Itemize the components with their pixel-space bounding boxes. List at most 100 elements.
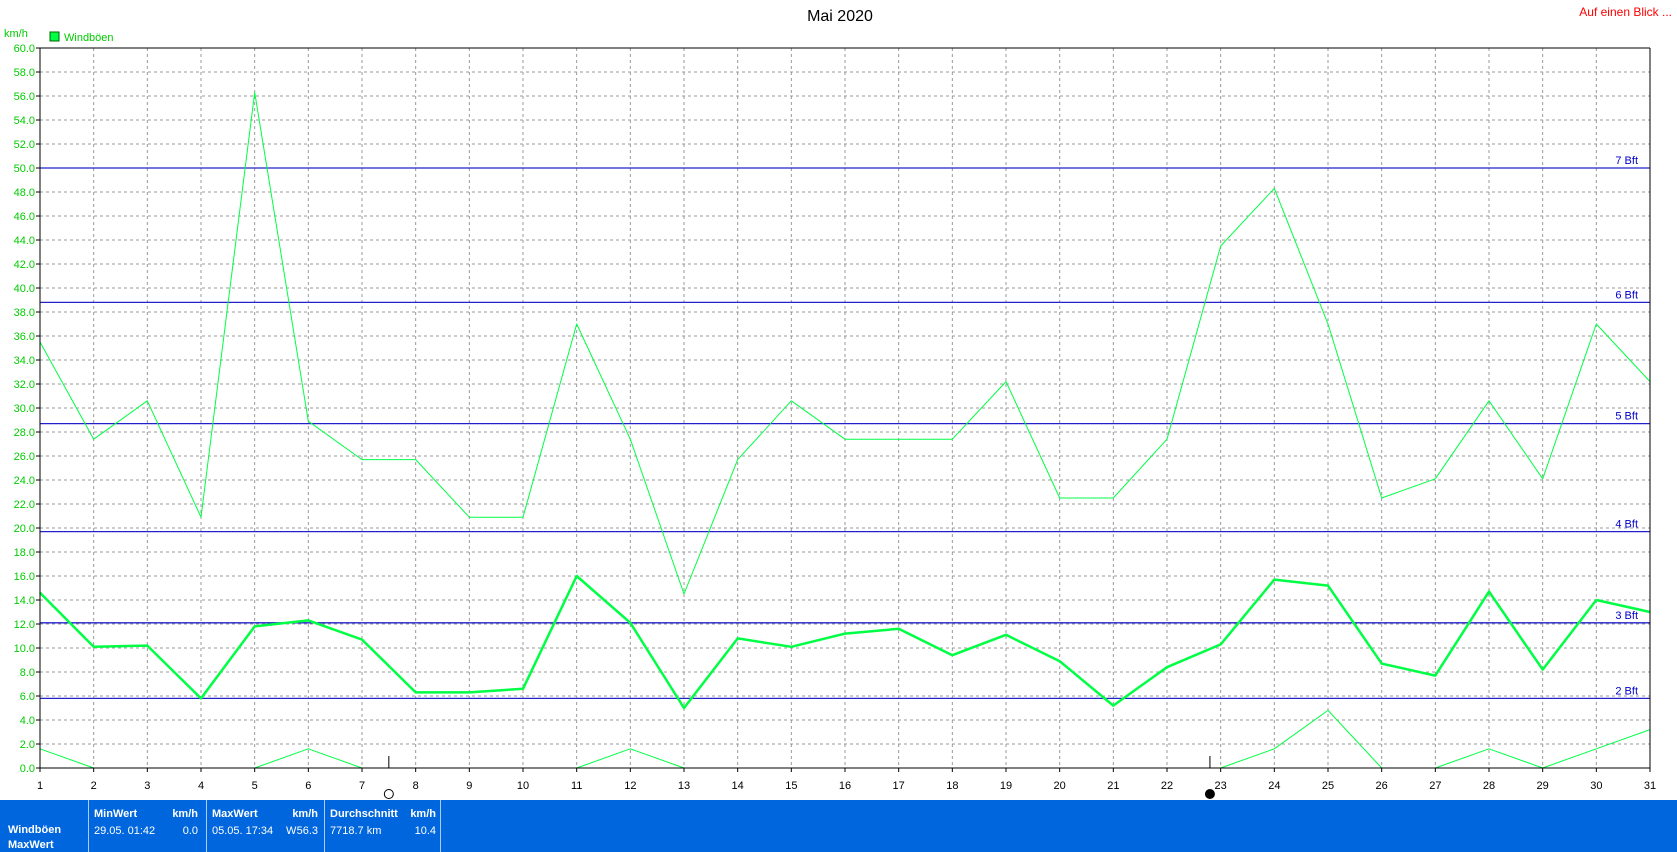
y-tick-label: 40.0 <box>14 283 35 295</box>
y-tick-label: 0.0 <box>20 763 35 775</box>
x-tick-label: 3 <box>144 780 150 792</box>
bft-label: 3 Bft <box>1615 610 1638 622</box>
y-tick-label: 14.0 <box>14 595 35 607</box>
bft-label: 5 Bft <box>1615 411 1638 423</box>
y-tick-label: 18.0 <box>14 547 35 559</box>
y-tick-label: 60.0 <box>14 43 35 55</box>
x-tick-label: 27 <box>1429 780 1441 792</box>
y-tick-label: 54.0 <box>14 115 35 127</box>
row-label-windboeen: Windböen <box>8 824 62 836</box>
stats-avg-cell: Durchschnitt km/h 7718.7 km 10.4 <box>330 800 440 852</box>
y-axis-unit: km/h <box>4 28 28 40</box>
y-tick-label: 46.0 <box>14 211 35 223</box>
x-tick-label: 24 <box>1268 780 1280 792</box>
y-tick-label: 2.0 <box>20 739 35 751</box>
x-tick-label: 23 <box>1215 780 1227 792</box>
y-tick-label: 38.0 <box>14 307 35 319</box>
x-tick-label: 10 <box>517 780 529 792</box>
max-header: MaxWert <box>212 808 258 820</box>
y-tick-label: 30.0 <box>14 403 35 415</box>
x-tick-label: 29 <box>1537 780 1549 792</box>
y-tick-label: 8.0 <box>20 667 35 679</box>
avg-total: 7718.7 km <box>330 825 382 837</box>
x-tick-label: 1 <box>37 780 43 792</box>
stats-divider <box>324 800 325 852</box>
x-tick-label: 20 <box>1054 780 1066 792</box>
stats-row-labels: Windböen MaxWert <box>8 800 88 852</box>
chart-title: Mai 2020 <box>807 8 873 25</box>
max-value: 56.3 <box>296 825 318 837</box>
chart: Mai 2020 Auf einen Blick ... km/h Windbö… <box>4 5 1672 799</box>
y-tick-label: 4.0 <box>20 715 35 727</box>
bft-label: 2 Bft <box>1615 685 1638 697</box>
min-header: MinWert <box>94 808 138 820</box>
y-tick-label: 58.0 <box>14 67 35 79</box>
overview-link[interactable]: Auf einen Blick ... <box>1579 5 1672 19</box>
grid <box>40 48 1650 768</box>
x-tick-label: 17 <box>893 780 905 792</box>
y-tick-label: 10.0 <box>14 643 35 655</box>
stats-max-cell: MaxWert km/h 05.05. 17:34 W 56.3 <box>212 800 324 852</box>
x-tick-label: 4 <box>198 780 204 792</box>
y-tick-label: 44.0 <box>14 235 35 247</box>
bft-label: 7 Bft <box>1615 155 1638 167</box>
y-tick-label: 36.0 <box>14 331 35 343</box>
x-tick-label: 15 <box>785 780 797 792</box>
legend-label: Windböen <box>64 32 114 44</box>
full-moon-icon <box>383 789 394 799</box>
y-tick-label: 48.0 <box>14 187 35 199</box>
x-tick-label: 26 <box>1376 780 1388 792</box>
y-tick-label: 28.0 <box>14 427 35 439</box>
moon-markers <box>383 756 1215 799</box>
max-unit: km/h <box>292 808 318 820</box>
stats-footer: Windböen MaxWert MinWert km/h 29.05. 01:… <box>0 800 1677 852</box>
x-tick-label: 25 <box>1322 780 1334 792</box>
y-tick-label: 34.0 <box>14 355 35 367</box>
avg-header: Durchschnitt <box>330 808 398 820</box>
y-tick-label: 20.0 <box>14 523 35 535</box>
y-tick-label: 50.0 <box>14 163 35 175</box>
axes: 0.0 2.0 4.0 6.0 8.0 10.0 12.0 14.0 16.0 18.0 20.0 2… <box>14 43 1657 792</box>
y-tick-label: 16.0 <box>14 571 35 583</box>
x-tick-label: 16 <box>839 780 851 792</box>
x-tick-label: 9 <box>466 780 472 792</box>
avg-unit: km/h <box>410 808 436 820</box>
x-tick-label: 21 <box>1107 780 1119 792</box>
x-tick-label: 6 <box>305 780 311 792</box>
stats-divider <box>88 800 89 852</box>
x-tick-label: 5 <box>252 780 258 792</box>
new-moon-icon <box>1204 789 1215 799</box>
x-tick-label: 7 <box>359 780 365 792</box>
stats-divider <box>206 800 207 852</box>
y-tick-label: 24.0 <box>14 475 35 487</box>
x-tick-label: 11 <box>571 780 582 792</box>
bft-label: 4 Bft <box>1615 519 1638 531</box>
stats-min-cell: MinWert km/h 29.05. 01:42 0.0 <box>94 800 204 852</box>
x-tick-label: 14 <box>732 780 744 792</box>
y-tick-label: 42.0 <box>14 259 35 271</box>
avg-value: 10.4 <box>414 825 436 837</box>
x-tick-label: 18 <box>946 780 958 792</box>
y-tick-label: 52.0 <box>14 139 35 151</box>
y-tick-label: 26.0 <box>14 451 35 463</box>
min-unit: km/h <box>172 808 198 820</box>
legend-swatch <box>49 31 60 42</box>
y-tick-label: 12.0 <box>14 619 35 631</box>
x-tick-label: 12 <box>624 780 636 792</box>
x-tick-label: 22 <box>1161 780 1173 792</box>
y-tick-label: 22.0 <box>14 499 35 511</box>
x-tick-label: 28 <box>1483 780 1495 792</box>
y-tick-label: 56.0 <box>14 91 35 103</box>
x-tick-label: 2 <box>91 780 97 792</box>
x-tick-label: 8 <box>413 780 419 792</box>
series-line-min <box>39 748 94 769</box>
min-value: 0.0 <box>182 825 198 837</box>
max-direction: W <box>286 825 297 837</box>
bft-label: 6 Bft <box>1615 289 1638 301</box>
y-tick-label: 32.0 <box>14 379 35 391</box>
x-tick-label: 31 <box>1644 780 1656 792</box>
max-date: 05.05. 17:34 <box>212 825 274 837</box>
x-tick-label: 19 <box>1000 780 1012 792</box>
y-tick-label: 6.0 <box>20 691 35 703</box>
x-tick-label: 30 <box>1590 780 1602 792</box>
